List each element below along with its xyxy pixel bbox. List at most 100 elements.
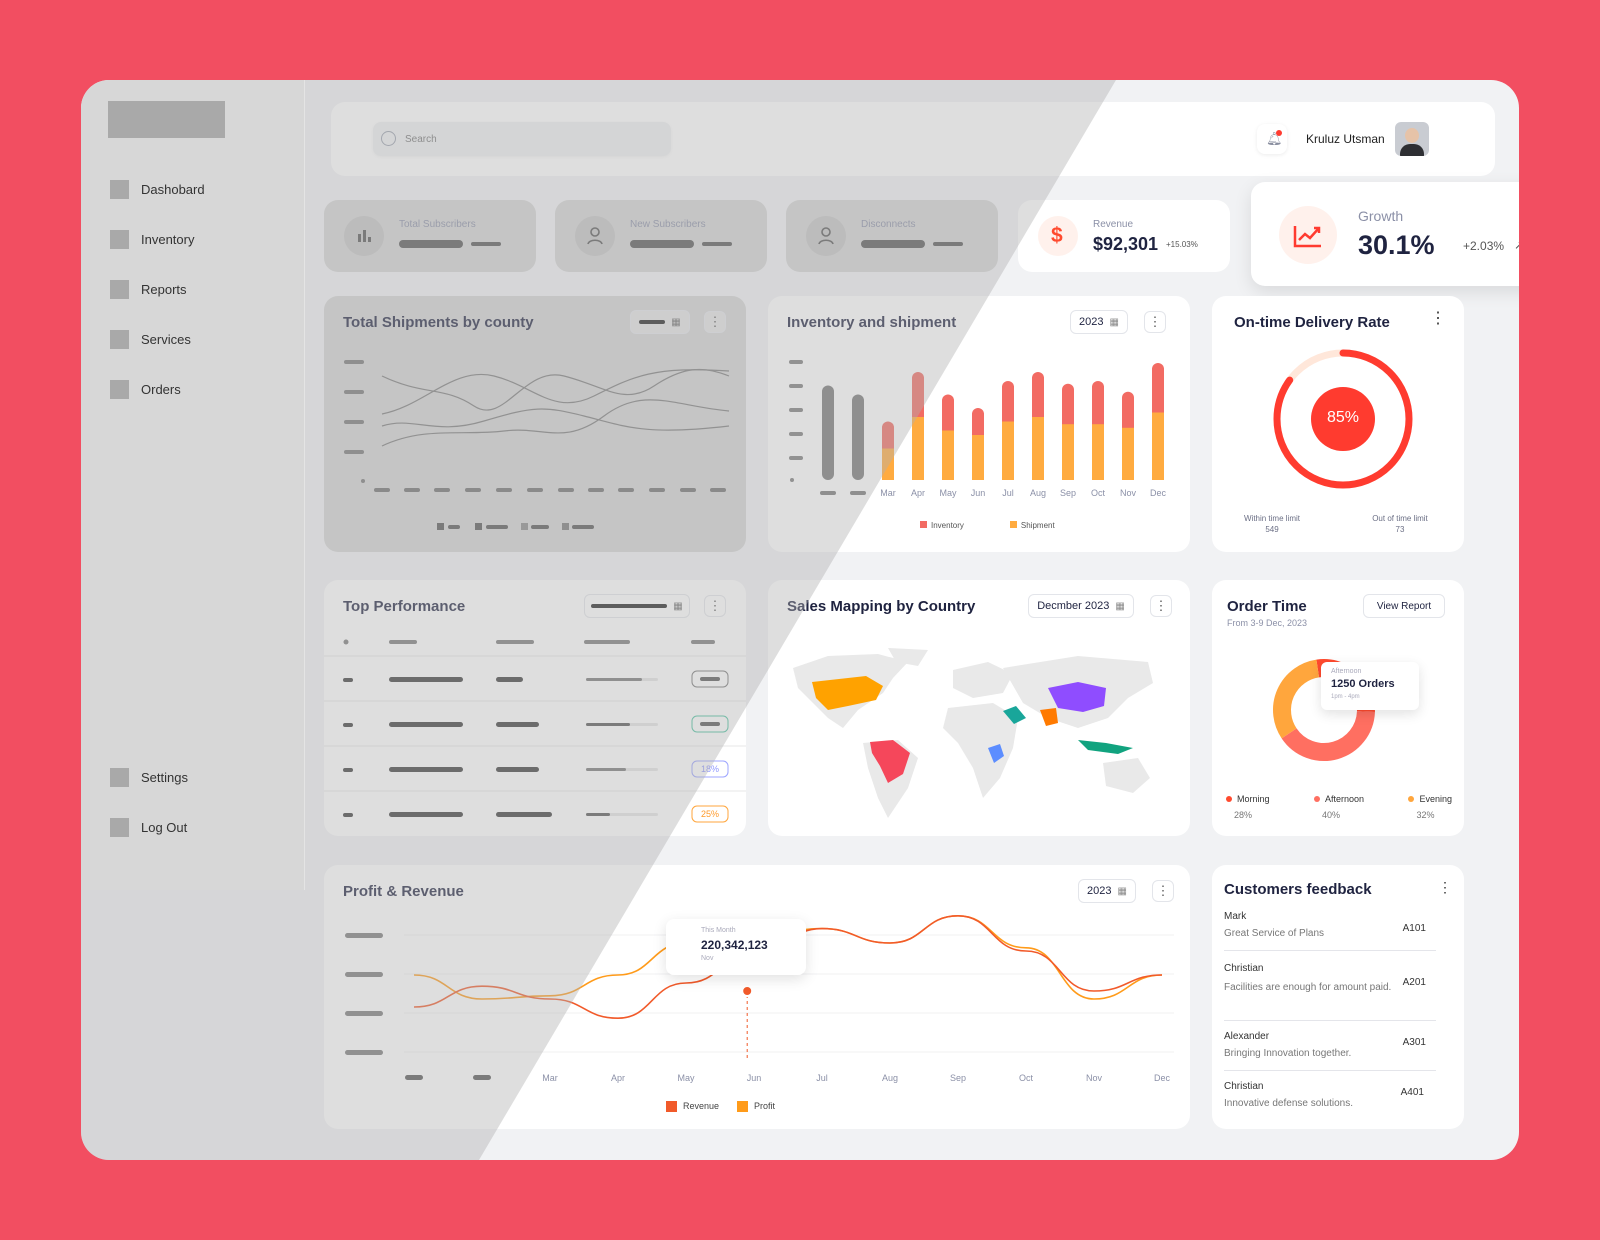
- card-title: On-time Delivery Rate: [1234, 314, 1390, 331]
- sidebar-item-settings[interactable]: Settings: [110, 768, 188, 787]
- x-tick-placeholder: [850, 491, 866, 495]
- stat-label: Growth: [1358, 208, 1404, 224]
- bar-shipment: [1062, 424, 1074, 480]
- user-icon: [575, 216, 615, 256]
- more-options-button[interactable]: ⋮: [1438, 879, 1452, 896]
- x-tick-label: Dec: [1150, 488, 1167, 498]
- bar-shipment: [1032, 417, 1044, 480]
- user-name: Kruluz Utsman: [1306, 132, 1385, 146]
- dollar-icon: $: [1038, 216, 1078, 256]
- tooltip-month: Nov: [701, 955, 714, 962]
- tooltip-value: 220,342,123: [701, 938, 768, 952]
- bar-shipment: [1092, 424, 1104, 480]
- performance-table: [324, 639, 746, 823]
- legend-afternoon: Afternoon 40%: [1313, 794, 1364, 820]
- stat-value: 30.1%: [1358, 230, 1435, 260]
- x-tick-label: Sep: [1060, 488, 1076, 498]
- sales-map-card: Sales Mapping by Country Decmber 2023 ▦ …: [768, 580, 1190, 836]
- calendar-icon: ▦: [1115, 600, 1125, 612]
- customer-feedback-card: Customers feedback ⋮ Mark Great Service …: [1212, 865, 1464, 1129]
- settings-icon: [110, 768, 129, 787]
- feedback-code: A301: [1402, 1037, 1426, 1048]
- bar-shipment: [882, 448, 894, 480]
- more-options-button[interactable]: ⋮: [1150, 595, 1172, 617]
- notification-button[interactable]: 🔔︎: [1257, 124, 1287, 154]
- view-report-button[interactable]: View Report: [1363, 594, 1445, 618]
- x-tick-label: Nov: [1086, 1073, 1103, 1083]
- within-limit-label: Within time limit: [1243, 514, 1300, 523]
- bar-shipment: [912, 417, 924, 480]
- avatar[interactable]: [1395, 122, 1429, 156]
- sidebar-item-inventory[interactable]: Inventory: [110, 230, 194, 249]
- bar-shipment: [1122, 427, 1134, 480]
- feedback-text: Bringing Innovation together.: [1224, 1048, 1352, 1059]
- performance-badge: 25%: [700, 809, 719, 819]
- more-options-button[interactable]: ⋮: [1430, 308, 1446, 328]
- bar-inventory: [852, 394, 864, 480]
- bar-shipment: [972, 435, 984, 480]
- search-input[interactable]: [405, 130, 655, 148]
- sidebar-item-label: Dashobard: [141, 182, 205, 197]
- inventory-icon: [110, 230, 129, 249]
- logout-icon: [110, 818, 129, 837]
- x-tick-label: Mar: [542, 1073, 558, 1083]
- user-icon: [806, 216, 846, 256]
- x-tick-label: Nov: [1120, 488, 1137, 498]
- sidebar-item-services[interactable]: Services: [110, 330, 191, 349]
- feedback-item[interactable]: Alexander Bringing Innovation together. …: [1224, 1031, 1436, 1071]
- bar-inventory: [822, 385, 834, 480]
- profit-revenue-card: Profit & Revenue 2023 ▦ ⋮ Mar Apr May Jun Ju…: [324, 865, 1190, 1129]
- tooltip-label: Afternoon: [1331, 668, 1362, 675]
- sidebar-item-logout[interactable]: Log Out: [110, 818, 187, 837]
- bar-shipment: [942, 430, 954, 480]
- order-time-card: Order Time From 3-9 Dec, 2023 View Repor…: [1212, 580, 1464, 836]
- profit-line-chart: Mar Apr May Jun Jul Aug Sep Oct Nov Dec: [345, 914, 1174, 1083]
- trend-arrow-icon: ↗: [1514, 238, 1519, 252]
- tooltip-value: 1250 Orders: [1331, 678, 1395, 690]
- bar-inventory: [1032, 372, 1044, 423]
- performance-badge: 18%: [700, 764, 719, 774]
- bar-chart-icon: [344, 216, 384, 256]
- orders-icon: [110, 380, 129, 399]
- y-tick-placeholder: [789, 456, 803, 460]
- sidebar-item-label: Inventory: [141, 232, 195, 247]
- period-filter[interactable]: Decmber 2023 ▦: [1028, 594, 1134, 618]
- feedback-text: Facilities are enough for amount paid.: [1224, 982, 1392, 993]
- sidebar-item-orders[interactable]: Orders: [110, 380, 181, 399]
- reports-icon: [110, 280, 129, 299]
- card-title: Order Time: [1227, 598, 1307, 615]
- x-tick-label: Aug: [1030, 488, 1046, 498]
- feedback-code: A101: [1402, 923, 1426, 934]
- x-tick-label: Aug: [882, 1073, 898, 1083]
- legend-shipment: Shipment: [1009, 521, 1055, 530]
- sidebar-item-label: Log Out: [141, 820, 188, 835]
- stat-new-subscribers: New Subscribers: [555, 200, 767, 272]
- y-tick-placeholder: [789, 432, 803, 436]
- stat-total-subscribers: Total Subscribers: [324, 200, 536, 272]
- x-tick-label: Sep: [950, 1073, 966, 1083]
- donut-segment-afternoon: [1281, 710, 1375, 761]
- stat-label: Total Subscribers: [399, 219, 476, 230]
- search-bar[interactable]: [373, 122, 671, 156]
- delivery-rate-value: 85%: [1326, 409, 1360, 426]
- chart-legend: Revenue Profit: [666, 1101, 775, 1113]
- sidebar-item-label: Settings: [141, 770, 188, 785]
- bar-inventory: [1062, 383, 1074, 431]
- stat-change: +15.03%: [1166, 240, 1198, 249]
- feedback-item[interactable]: Christian Innovative defense solutions. …: [1224, 1081, 1436, 1121]
- feedback-item[interactable]: Christian Facilities are enough for amou…: [1224, 963, 1436, 1021]
- stat-revenue: $ Revenue $92,301 +15.03%: [1018, 200, 1230, 272]
- feedback-name: Mark: [1224, 911, 1247, 922]
- sidebar-item-reports[interactable]: Reports: [110, 280, 187, 299]
- y-tick-placeholder: [345, 1050, 383, 1055]
- logo-placeholder: [108, 101, 225, 138]
- stat-label: New Subscribers: [630, 219, 706, 230]
- sidebar-item-dashboard[interactable]: Dashobard: [110, 180, 205, 199]
- feedback-text: Innovative defense solutions.: [1224, 1098, 1353, 1109]
- feedback-item[interactable]: Mark Great Service of Plans A101: [1224, 911, 1436, 951]
- bar-inventory: [912, 372, 924, 423]
- trending-up-icon: [1279, 206, 1337, 264]
- stat-change: +2.03%: [1463, 239, 1505, 253]
- x-tick-label: May: [939, 488, 957, 498]
- sidebar-item-label: Reports: [141, 282, 187, 297]
